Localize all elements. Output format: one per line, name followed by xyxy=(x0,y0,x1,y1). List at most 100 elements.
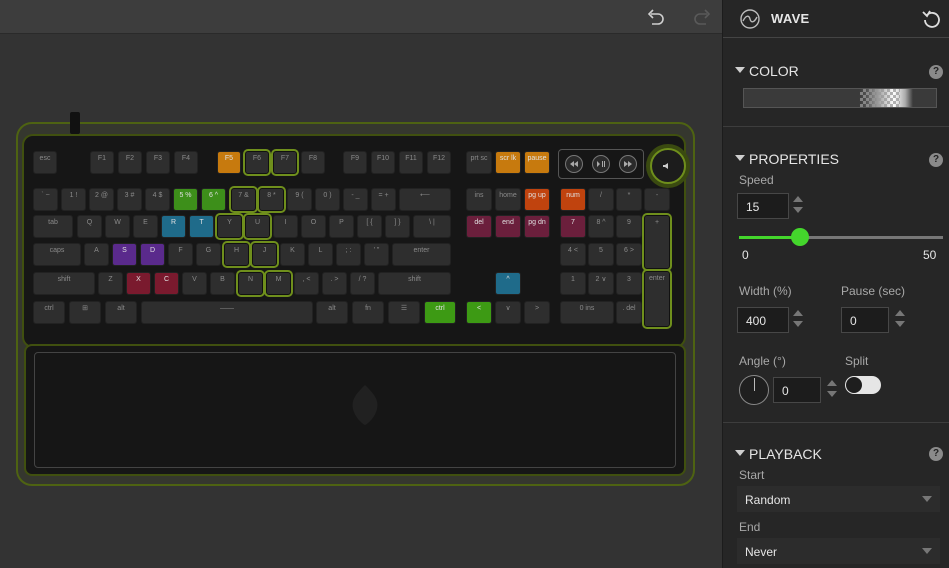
key[interactable]: P xyxy=(329,215,354,238)
key[interactable]: 7 xyxy=(560,215,586,238)
playback-help-icon[interactable]: ? xyxy=(929,447,943,461)
key[interactable]: T xyxy=(189,215,214,238)
key[interactable]: 3 xyxy=(616,272,642,295)
reset-icon[interactable] xyxy=(921,8,943,30)
key[interactable]: 1 ! xyxy=(61,188,86,211)
key[interactable]: W xyxy=(105,215,130,238)
key[interactable]: pg up xyxy=(524,188,550,211)
key[interactable]: N xyxy=(238,272,263,295)
key[interactable]: / ? xyxy=(350,272,375,295)
key[interactable]: G xyxy=(196,243,221,266)
key[interactable]: B xyxy=(210,272,235,295)
key[interactable]: —— xyxy=(141,301,313,324)
angle-stepper[interactable] xyxy=(826,379,838,401)
key[interactable]: F9 xyxy=(343,151,367,174)
key[interactable]: ⊞ xyxy=(69,301,101,324)
width-input[interactable]: 400 xyxy=(737,307,789,333)
key[interactable]: M xyxy=(266,272,291,295)
split-toggle[interactable] xyxy=(845,376,881,394)
key[interactable]: S xyxy=(112,243,137,266)
key[interactable]: Q xyxy=(77,215,102,238)
key[interactable]: end xyxy=(495,215,521,238)
speed-slider-thumb[interactable] xyxy=(791,228,810,246)
key[interactable]: ☰ xyxy=(388,301,420,324)
key[interactable]: * xyxy=(616,188,642,211)
key[interactable]: F5 xyxy=(217,151,241,174)
key[interactable]: R xyxy=(161,215,186,238)
key[interactable]: \ | xyxy=(413,215,451,238)
key[interactable]: 2 @ xyxy=(89,188,114,211)
speed-input[interactable]: 15 xyxy=(737,193,789,219)
pause-input[interactable]: 0 xyxy=(841,307,889,333)
key[interactable]: shift xyxy=(33,272,95,295)
key[interactable]: , < xyxy=(294,272,319,295)
key[interactable]: E xyxy=(133,215,158,238)
key[interactable]: = + xyxy=(371,188,396,211)
key[interactable]: home xyxy=(495,188,521,211)
key[interactable]: F1 xyxy=(90,151,114,174)
key[interactable]: 8 * xyxy=(259,188,284,211)
key[interactable]: I xyxy=(273,215,298,238)
key[interactable]: F6 xyxy=(245,151,269,174)
key[interactable]: ` ~ xyxy=(33,188,58,211)
key[interactable]: X xyxy=(126,272,151,295)
playback-section-toggle[interactable]: PLAYBACK xyxy=(735,446,822,462)
key[interactable]: 6 ^ xyxy=(201,188,226,211)
volume-dial[interactable] xyxy=(650,148,686,184)
speed-stepper[interactable] xyxy=(792,195,804,217)
key[interactable]: 4 $ xyxy=(145,188,170,211)
key[interactable]: - _ xyxy=(343,188,368,211)
key[interactable]: 5 xyxy=(588,243,614,266)
properties-section-toggle[interactable]: PROPERTIES xyxy=(735,151,839,167)
key[interactable]: 1 xyxy=(560,272,586,295)
undo-button[interactable] xyxy=(642,4,668,30)
key[interactable]: scr lk xyxy=(495,151,521,174)
key[interactable]: 7 & xyxy=(231,188,256,211)
speed-slider[interactable] xyxy=(739,228,943,246)
start-select[interactable]: Random xyxy=(737,486,940,512)
color-section-toggle[interactable]: COLOR xyxy=(735,63,799,79)
key[interactable]: C xyxy=(154,272,179,295)
key[interactable]: ] } xyxy=(385,215,410,238)
key[interactable]: 9 ( xyxy=(287,188,312,211)
color-gradient-bar[interactable] xyxy=(743,88,937,108)
key[interactable]: ⟵ xyxy=(399,188,451,211)
key[interactable]: num xyxy=(560,188,586,211)
key[interactable]: ; : xyxy=(336,243,361,266)
key[interactable]: F4 xyxy=(174,151,198,174)
previous-track-button[interactable] xyxy=(565,155,583,173)
key[interactable]: . > xyxy=(322,272,347,295)
key[interactable]: 9 xyxy=(616,215,642,238)
key[interactable]: caps xyxy=(33,243,81,266)
key[interactable]: F2 xyxy=(118,151,142,174)
play-pause-button[interactable] xyxy=(592,155,610,173)
key[interactable]: ∨ xyxy=(495,301,521,324)
key[interactable]: 8 ^ xyxy=(588,215,614,238)
key[interactable]: esc xyxy=(33,151,57,174)
color-help-icon[interactable]: ? xyxy=(929,65,943,79)
key[interactable]: ins xyxy=(466,188,492,211)
key[interactable]: L xyxy=(308,243,333,266)
key[interactable]: F xyxy=(168,243,193,266)
key[interactable]: J xyxy=(252,243,277,266)
key[interactable]: 4 < xyxy=(560,243,586,266)
key[interactable]: O xyxy=(301,215,326,238)
key[interactable]: del xyxy=(466,215,492,238)
key[interactable]: Z xyxy=(98,272,123,295)
key[interactable]: prt sc xyxy=(466,151,492,174)
key[interactable]: + xyxy=(644,215,670,269)
key[interactable]: F3 xyxy=(146,151,170,174)
key[interactable]: F11 xyxy=(399,151,423,174)
key[interactable]: 3 # xyxy=(117,188,142,211)
key[interactable]: enter xyxy=(392,243,451,266)
key[interactable]: pg dn xyxy=(524,215,550,238)
key[interactable]: 2 ∨ xyxy=(588,272,614,295)
key[interactable]: 5 % xyxy=(173,188,198,211)
key[interactable]: U xyxy=(245,215,270,238)
key[interactable]: D xyxy=(140,243,165,266)
key[interactable]: [ { xyxy=(357,215,382,238)
key[interactable]: alt xyxy=(105,301,137,324)
key[interactable]: > xyxy=(524,301,550,324)
key[interactable]: 0 ins xyxy=(560,301,614,324)
key[interactable]: V xyxy=(182,272,207,295)
